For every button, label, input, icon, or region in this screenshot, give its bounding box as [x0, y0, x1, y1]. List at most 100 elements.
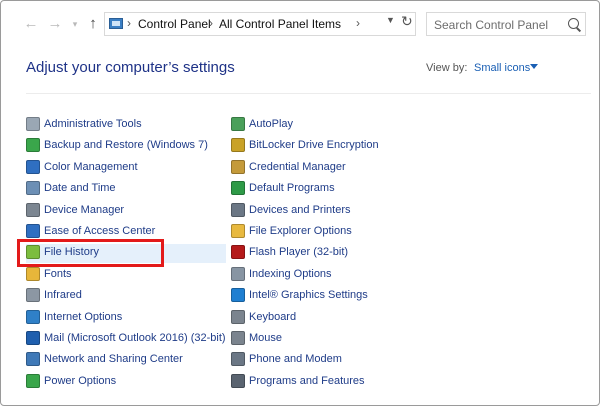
tools-gear-icon [26, 117, 40, 131]
folder-options-icon [231, 224, 245, 238]
forward-button[interactable]: → [47, 16, 63, 32]
item-label: File Explorer Options [249, 225, 352, 237]
item-infrared[interactable]: Infrared [26, 287, 226, 306]
mail-icon [26, 331, 40, 345]
item-autoplay[interactable]: AutoPlay [231, 116, 431, 135]
item-label: Flash Player (32-bit) [249, 246, 349, 259]
up-button[interactable]: ↑ [85, 16, 101, 32]
mouse-icon [231, 331, 245, 345]
item-label: Mouse [249, 332, 283, 344]
highlight-box [17, 239, 164, 267]
page-title: Adjust your computer’s settings [26, 59, 235, 76]
item-label: Mail (Microsoft Outlook 2016) (32-bit) [44, 332, 226, 344]
item-keyboard[interactable]: Keyboard [231, 309, 431, 328]
backup-icon [26, 138, 40, 153]
item-intel-graphics-settings[interactable]: Intel® Graphics Settings [231, 287, 431, 306]
device-manager-icon [26, 202, 40, 217]
item-label: Internet Options [44, 310, 123, 323]
indexing-search-icon [231, 266, 245, 281]
back-button[interactable]: ← [23, 16, 39, 32]
item-backup-and-restore-windows-7[interactable]: Backup and Restore (Windows 7) [26, 137, 226, 156]
item-label: Administrative Tools [44, 118, 142, 130]
arrow-up-icon: ↑ [89, 15, 97, 32]
item-date-and-time[interactable]: Date and Time [26, 180, 226, 199]
item-devices-and-printers[interactable]: Devices and Printers [231, 202, 431, 221]
address-bar[interactable]: › Control Panel › All Control Panel Item… [104, 12, 416, 36]
breadcrumb-control-panel[interactable]: Control Panel [138, 17, 211, 31]
item-label: Credential Manager [249, 160, 346, 173]
control-panel-window: ← → ▾ ↑ › Control Panel › All Control Pa… [0, 0, 600, 406]
item-bitlocker-drive-encryption[interactable]: BitLocker Drive Encryption [231, 137, 431, 156]
item-label: AutoPlay [249, 118, 294, 130]
item-label: BitLocker Drive Encryption [249, 139, 379, 152]
item-power-options[interactable]: Power Options [26, 373, 226, 392]
item-default-programs[interactable]: Default Programs [231, 180, 431, 199]
refresh-icon: ↻ [401, 13, 413, 29]
recent-locations-button[interactable]: ▾ [67, 16, 83, 32]
search-placeholder: Search Control Panel [434, 18, 549, 32]
item-phone-and-modem[interactable]: Phone and Modem [231, 351, 431, 370]
divider [26, 93, 591, 94]
item-label: Intel® Graphics Settings [249, 289, 368, 302]
infrared-icon [26, 288, 40, 303]
ease-of-access-icon [26, 224, 40, 238]
breadcrumb-separator: › [356, 16, 360, 30]
flash-player-icon [231, 245, 245, 260]
item-network-and-sharing-center[interactable]: Network and Sharing Center [26, 351, 226, 370]
item-fonts[interactable]: Fonts [26, 266, 226, 285]
item-label: Keyboard [249, 310, 297, 323]
item-label: Backup and Restore (Windows 7) [44, 139, 208, 152]
item-label: Programs and Features [249, 374, 365, 387]
item-programs-and-features[interactable]: Programs and Features [231, 373, 431, 392]
arrow-right-icon: → [47, 15, 63, 32]
item-label: Fonts [44, 267, 72, 280]
item-file-explorer-options[interactable]: File Explorer Options [231, 223, 431, 242]
programs-features-icon [231, 373, 245, 388]
color-monitor-icon [26, 159, 40, 174]
item-label: Default Programs [249, 182, 335, 195]
item-label: Indexing Options [249, 267, 332, 280]
item-label: Date and Time [44, 182, 116, 195]
arrow-left-icon: ← [23, 15, 39, 32]
item-label: Phone and Modem [249, 353, 342, 366]
keyboard-icon [231, 309, 245, 324]
clock-calendar-icon [26, 181, 40, 196]
item-label: Ease of Access Center [44, 225, 156, 237]
caret-down-icon[interactable] [530, 64, 538, 69]
fonts-icon [26, 266, 40, 281]
refresh-button[interactable]: ↻ [401, 13, 413, 30]
item-label: Devices and Printers [249, 203, 351, 216]
default-programs-icon [231, 181, 245, 196]
item-indexing-options[interactable]: Indexing Options [231, 266, 431, 285]
search-input[interactable]: Search Control Panel [426, 12, 586, 36]
item-label: Color Management [44, 160, 138, 173]
phone-modem-icon [231, 352, 245, 367]
network-icon [26, 352, 40, 367]
power-icon [26, 373, 40, 388]
breadcrumb-all-items[interactable]: All Control Panel Items [219, 17, 341, 31]
item-label: Power Options [44, 374, 117, 387]
view-by-dropdown[interactable]: Small icons [474, 62, 530, 74]
control-panel-icon [109, 18, 123, 29]
search-icon [568, 18, 579, 29]
item-administrative-tools[interactable]: Administrative Tools [26, 116, 226, 135]
chevron-down-icon: ▾ [72, 19, 78, 29]
item-flash-player-32-bit[interactable]: Flash Player (32-bit) [231, 244, 431, 263]
item-label: Infrared [44, 289, 82, 302]
item-label: Device Manager [44, 203, 125, 216]
item-mail-microsoft-outlook-2016-32-bit[interactable]: Mail (Microsoft Outlook 2016) (32-bit) [26, 330, 226, 349]
item-device-manager[interactable]: Device Manager [26, 202, 226, 221]
address-history-dropdown[interactable]: ▼ [386, 15, 395, 25]
item-mouse[interactable]: Mouse [231, 330, 431, 349]
globe-icon [26, 309, 40, 324]
view-by-label: View by: [426, 62, 468, 74]
item-credential-manager[interactable]: Credential Manager [231, 159, 431, 178]
item-label: Network and Sharing Center [44, 353, 183, 366]
navigation-bar: ← → ▾ ↑ › Control Panel › All Control Pa… [1, 1, 599, 47]
breadcrumb-separator: › [209, 16, 213, 30]
item-color-management[interactable]: Color Management [26, 159, 226, 178]
item-internet-options[interactable]: Internet Options [26, 309, 226, 328]
credential-safe-icon [231, 159, 245, 174]
bitlocker-icon [231, 138, 245, 153]
breadcrumb-separator: › [127, 16, 131, 30]
